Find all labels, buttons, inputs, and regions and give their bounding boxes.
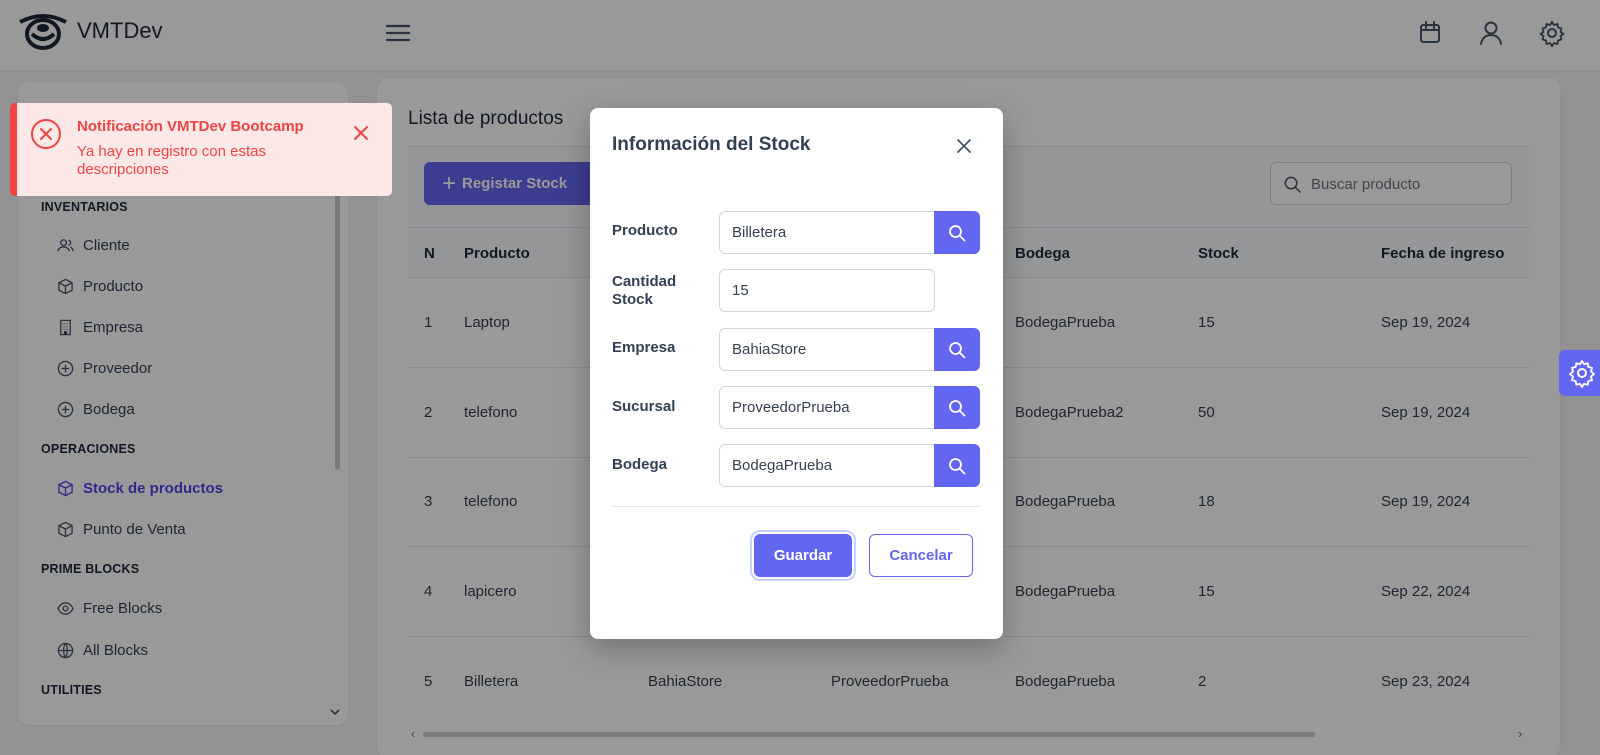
bodega-label: Bodega [612,456,668,473]
gear-icon [1569,360,1595,388]
close-icon[interactable] [352,124,370,142]
search-icon [949,342,966,359]
search-empresa-button[interactable] [934,328,980,371]
cancel-button[interactable]: Cancelar [869,534,973,577]
cantidad-stock-label: Cantidad Stock [612,273,677,308]
config-button[interactable] [1559,350,1600,396]
search-producto-button[interactable] [934,211,980,254]
producto-label: Producto [612,222,678,239]
empresa-field[interactable]: BahiaStore [719,328,935,371]
search-icon [949,225,966,242]
search-bodega-button[interactable] [934,444,980,487]
dialog-title: Información del Stock [612,134,811,155]
bodega-field[interactable]: BodegaPrueba [719,444,935,487]
search-sucursal-button[interactable] [934,386,980,429]
sucursal-field[interactable]: ProveedorPrueba [719,386,935,429]
search-icon [949,458,966,475]
close-icon[interactable] [955,137,973,155]
empresa-label: Empresa [612,339,676,356]
sucursal-label: Sucursal [612,398,676,415]
cantidad-stock-field[interactable]: 15 [719,269,935,312]
producto-field[interactable]: Billetera [719,211,935,254]
dialog-divider [612,506,980,507]
search-icon [949,400,966,417]
toast-title: Notificación VMTDev Bootcamp [77,118,304,135]
error-circle-icon [31,119,61,149]
toast-message: Ya hay en registro con estas descripcion… [77,143,266,178]
save-button[interactable]: Guardar [754,534,852,577]
